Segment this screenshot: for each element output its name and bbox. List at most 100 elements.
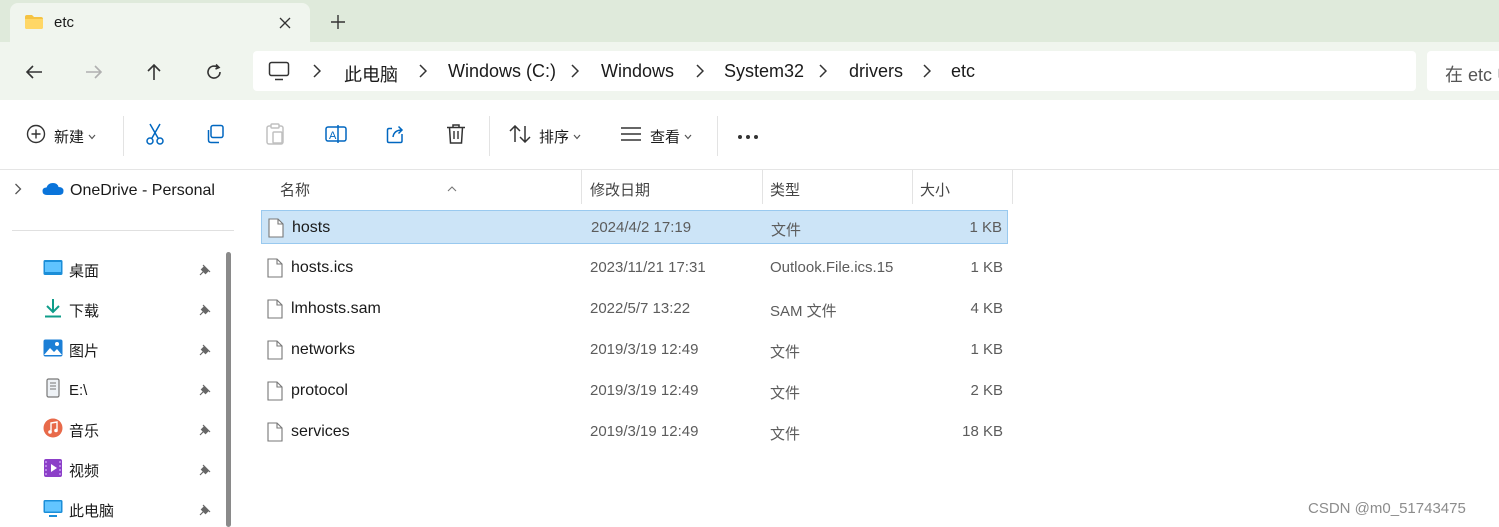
file-icon <box>267 299 283 324</box>
chevron-right-icon[interactable] <box>923 64 932 83</box>
this-pc-icon <box>43 499 63 522</box>
column-separator[interactable] <box>1012 170 1013 204</box>
file-date: 2019/3/19 12:49 <box>590 382 699 399</box>
sort-button[interactable]: 排序 <box>509 122 581 150</box>
file-icon <box>267 381 283 406</box>
sidebar-item-pictures[interactable]: 图片 <box>43 338 223 362</box>
file-row[interactable]: hosts.ics 2023/11/21 17:31 Outlook.File.… <box>261 251 1008 285</box>
file-row[interactable]: hosts 2024/4/2 17:19 文件 1 KB <box>261 210 1008 244</box>
sidebar-label: 桌面 <box>69 262 100 280</box>
file-icon <box>267 422 283 447</box>
file-row[interactable]: networks 2019/3/19 12:49 文件 1 KB <box>261 333 1008 367</box>
close-icon[interactable] <box>274 12 296 34</box>
sort-ascending-icon <box>447 179 457 196</box>
tab-etc[interactable]: etc <box>10 3 310 42</box>
pin-icon[interactable] <box>199 463 211 481</box>
more-options-button[interactable] <box>737 122 759 150</box>
pin-icon[interactable] <box>199 503 211 521</box>
sidebar-item-music[interactable]: 音乐 <box>43 418 223 442</box>
file-name: lmhosts.sam <box>291 300 381 317</box>
breadcrumb-system32[interactable]: System32 <box>724 61 804 82</box>
sidebar-item-this-pc[interactable]: 此电脑 <box>43 498 223 522</box>
file-type: 文件 <box>771 222 802 239</box>
file-date: 2022/5/7 13:22 <box>590 300 691 317</box>
pin-icon[interactable] <box>199 343 211 361</box>
file-date: 2019/3/19 12:49 <box>590 423 699 440</box>
toolbar-divider <box>717 116 718 156</box>
up-arrow-icon[interactable] <box>140 58 168 86</box>
view-button[interactable]: 查看 <box>620 122 692 150</box>
chevron-right-icon[interactable] <box>571 64 580 83</box>
breadcrumb-etc[interactable]: etc <box>951 61 975 82</box>
file-row[interactable]: lmhosts.sam 2022/5/7 13:22 SAM 文件 4 KB <box>261 292 1008 326</box>
refresh-icon[interactable] <box>200 58 228 86</box>
chevron-right-icon[interactable] <box>696 64 705 83</box>
file-row[interactable]: services 2019/3/19 12:49 文件 18 KB <box>261 415 1008 449</box>
paste-button[interactable] <box>265 122 285 150</box>
pin-icon[interactable] <box>199 423 211 441</box>
file-name: services <box>291 423 350 440</box>
file-row[interactable]: protocol 2019/3/19 12:49 文件 2 KB <box>261 374 1008 408</box>
column-header-size[interactable]: 大小 <box>913 170 1013 204</box>
copy-button[interactable] <box>205 122 225 150</box>
breadcrumb-windows-c[interactable]: Windows (C:) <box>448 61 556 82</box>
chevron-right-icon[interactable] <box>14 182 22 200</box>
column-header-type[interactable]: 类型 <box>763 170 913 204</box>
sort-icon <box>509 124 531 148</box>
column-header-name[interactable]: 名称 <box>261 170 581 204</box>
share-button[interactable] <box>386 122 406 150</box>
file-icon <box>267 258 283 283</box>
file-type: 文件 <box>770 385 801 402</box>
chevron-right-icon[interactable] <box>313 64 322 83</box>
sidebar-item-downloads[interactable]: 下载 <box>43 298 223 322</box>
svg-text:A: A <box>329 130 337 142</box>
sidebar-item-onedrive[interactable]: OneDrive - Personal <box>14 179 215 203</box>
file-date: 2023/11/21 17:31 <box>590 259 706 276</box>
computer-icon[interactable] <box>268 61 290 86</box>
delete-button[interactable] <box>446 122 466 150</box>
file-name: hosts.ics <box>291 259 354 276</box>
pin-icon[interactable] <box>199 303 211 321</box>
back-arrow-icon[interactable] <box>20 58 48 86</box>
forward-arrow-icon[interactable] <box>80 58 108 86</box>
folder-icon <box>24 14 44 35</box>
search-input[interactable]: 在 etc 中 <box>1427 51 1499 91</box>
chevron-down-icon <box>573 127 581 145</box>
file-type: SAM 文件 <box>770 303 837 320</box>
chevron-down-icon <box>88 127 96 145</box>
pin-icon[interactable] <box>199 383 211 401</box>
column-header-date[interactable]: 修改日期 <box>582 170 762 204</box>
address-bar[interactable]: 此电脑 Windows (C:) Windows System32 driver… <box>253 51 1416 91</box>
toolbar-divider <box>123 116 124 156</box>
sidebar-label: OneDrive - Personal <box>70 182 215 199</box>
sidebar-label: E:\ <box>69 381 88 399</box>
sidebar-label: 下载 <box>69 302 100 320</box>
sidebar-scrollbar[interactable] <box>226 252 231 527</box>
share-icon <box>386 124 406 149</box>
new-button[interactable]: 新建 <box>26 122 96 150</box>
music-icon <box>43 418 63 443</box>
rename-button[interactable]: A <box>325 122 347 150</box>
pin-icon[interactable] <box>199 263 211 281</box>
tab-bar: etc <box>0 0 1499 42</box>
cut-button[interactable] <box>145 122 165 150</box>
navigation-bar: 此电脑 Windows (C:) Windows System32 driver… <box>0 42 1499 100</box>
sidebar-item-desktop[interactable]: 桌面 <box>43 258 223 282</box>
scissors-icon <box>145 123 165 150</box>
video-icon <box>43 458 63 483</box>
breadcrumb-windows[interactable]: Windows <box>601 61 674 82</box>
file-date: 2024/4/2 17:19 <box>591 219 692 236</box>
sidebar-item-e-drive[interactable]: E:\ <box>43 377 223 403</box>
sidebar-item-videos[interactable]: 视频 <box>43 458 223 482</box>
new-tab-icon[interactable] <box>326 10 350 34</box>
onedrive-cloud-icon <box>42 182 64 201</box>
breadcrumb-this-pc[interactable]: 此电脑 <box>344 61 398 87</box>
chevron-right-icon[interactable] <box>419 64 428 83</box>
plus-circle-icon <box>26 124 46 149</box>
drive-icon <box>43 377 63 403</box>
breadcrumb-drivers[interactable]: drivers <box>849 61 903 82</box>
watermark: CSDN @m0_51743475 <box>1308 500 1466 517</box>
chevron-right-icon[interactable] <box>819 64 828 83</box>
view-list-icon <box>620 126 642 147</box>
file-name: hosts <box>292 219 331 236</box>
